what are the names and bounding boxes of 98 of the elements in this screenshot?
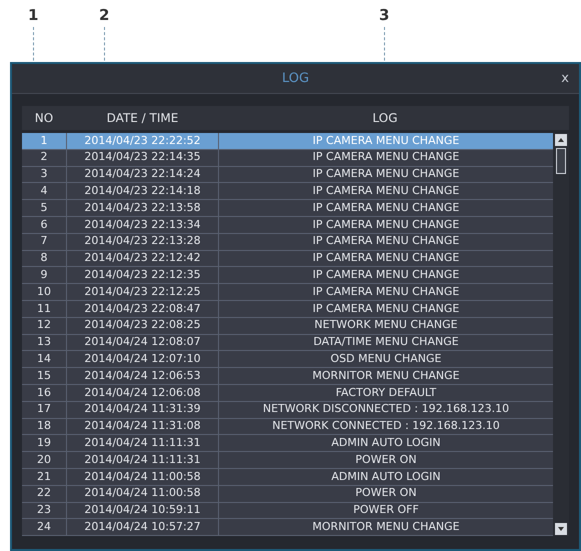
column-header: LOG <box>371 110 398 127</box>
table-cell-text: IP CAMERA MENU CHANGE <box>312 216 460 233</box>
column-header: DATE / TIME <box>106 110 180 127</box>
table-cell-text: 19 <box>36 435 52 451</box>
table-cell-text: 12 <box>36 317 52 334</box>
log-row[interactable]: 23 2014/04/24 10:59:11 POWER OFF <box>22 502 553 520</box>
table-cell-text: IP CAMERA MENU CHANGE <box>312 149 460 166</box>
table-cell-text: 9 <box>40 267 48 284</box>
table-cell: 2014/04/23 22:13:28 <box>66 233 219 250</box>
log-row[interactable]: 4 2014/04/23 22:14:18 IP CAMERA MENU CHANGE <box>22 183 553 200</box>
table-cell: 2014/04/23 22:13:34 <box>66 216 219 234</box>
table-cell: 2014/04/24 11:11:31 <box>66 452 219 468</box>
close-button[interactable]: x <box>557 69 573 88</box>
callout-number: 2 <box>99 8 110 23</box>
callout-number: 3 <box>379 8 390 23</box>
table-cell: 2014/04/24 11:31:39 <box>66 401 219 418</box>
table-cell: 2014/04/23 22:08:25 <box>66 317 219 334</box>
table-cell-text: IP CAMERA MENU CHANGE <box>312 300 460 317</box>
table-cell-text: OSD MENU CHANGE <box>329 351 442 368</box>
callout-number: 1 <box>28 8 38 23</box>
scroll-up-icon[interactable] <box>555 134 567 146</box>
log-row[interactable]: 6 2014/04/23 22:13:34 IP CAMERA MENU CHANGE <box>22 216 553 234</box>
table-cell-text: 18 <box>36 418 52 434</box>
log-row[interactable]: 17 2014/04/24 11:31:39 NETWORK DISCONNECTED : 192.168.123.10 <box>22 402 553 419</box>
scroll-down-icon[interactable] <box>555 523 567 536</box>
table-cell-text: 14 <box>36 351 52 368</box>
log-row[interactable]: 13 2014/04/24 12:08:07 DATA/TIME MENU CHANGE <box>22 334 553 352</box>
table-cell-text: IP CAMERA MENU CHANGE <box>312 132 460 149</box>
log-row[interactable]: 14 2014/04/24 12:07:10 OSD MENU CHANGE <box>22 351 553 368</box>
table-cell-text: 2 <box>40 149 48 166</box>
table-cell-text: 20 <box>36 452 52 468</box>
table-cell-text: IP CAMERA MENU CHANGE <box>312 200 460 216</box>
table-cell-text: IP CAMERA MENU CHANGE <box>312 267 460 284</box>
log-row[interactable]: 8 2014/04/23 22:12:42 IP CAMERA MENU CHANGE <box>22 250 553 268</box>
table-cell-text: 15 <box>36 368 52 384</box>
log-row[interactable]: 20 2014/04/24 11:11:31 POWER ON <box>22 452 553 469</box>
column-header: NO <box>34 110 54 127</box>
log-row[interactable]: 21 2014/04/24 11:00:58 ADMIN AUTO LOGIN <box>22 468 553 486</box>
log-row[interactable]: 18 2014/04/24 11:31:08 NETWORK CONNECTED : 192.168.123.10 <box>22 418 553 436</box>
table-cell-text: NETWORK MENU CHANGE <box>313 317 459 334</box>
table-cell-text: FACTORY DEFAULT <box>334 384 438 401</box>
table-cell-text: NETWORK DISCONNECTED : 192.168.123.10 <box>262 401 510 418</box>
scroll-thumb[interactable] <box>556 148 566 174</box>
table-cell: 2014/04/23 22:22:52 <box>66 132 219 150</box>
table-cell-text: 23 <box>36 502 52 518</box>
log-row[interactable]: 3 2014/04/23 22:14:24 IP CAMERA MENU CHANGE <box>22 166 553 184</box>
table-cell-text: 1 <box>40 132 48 149</box>
table-cell-text: POWER ON <box>354 485 418 502</box>
table-cell: 2014/04/24 10:57:27 <box>66 518 219 536</box>
table-cell: 2014/04/23 22:08:47 <box>66 300 219 318</box>
scrollbar[interactable] <box>553 133 569 536</box>
log-row[interactable]: 2 2014/04/23 22:14:35 IP CAMERA MENU CHANGE <box>22 150 553 167</box>
table-cell-text: DATA/TIME MENU CHANGE <box>312 334 460 350</box>
table-cell: 2014/04/24 12:06:53 <box>66 368 219 384</box>
table-cell-text: MORNITOR MENU CHANGE <box>311 518 461 535</box>
log-row[interactable]: 5 2014/04/23 22:13:58 IP CAMERA MENU CHANGE <box>22 200 553 217</box>
table-cell-text: 22 <box>36 485 52 502</box>
log-row[interactable]: 15 2014/04/24 12:06:53 MORNITOR MENU CHANGE <box>22 368 553 385</box>
table-cell-text: 3 <box>40 166 48 182</box>
table-cell-text: 17 <box>36 401 52 418</box>
table-cell: 2014/04/23 22:12:25 <box>66 284 219 300</box>
table-cell-text: 5 <box>40 200 48 216</box>
log-row[interactable]: 11 2014/04/23 22:08:47 IP CAMERA MENU CHANGE <box>22 300 553 318</box>
log-row[interactable]: 12 2014/04/23 22:08:25 NETWORK MENU CHANGE <box>22 318 553 335</box>
log-row[interactable]: 9 2014/04/23 22:12:35 IP CAMERA MENU CHANGE <box>22 267 553 284</box>
table-cell: 2014/04/23 22:14:35 <box>66 149 219 166</box>
table-cell-text: ADMIN AUTO LOGIN <box>330 468 442 485</box>
table-cell-text: POWER OFF <box>352 502 420 518</box>
table-cell-text: 4 <box>40 183 48 200</box>
table-cell-text: 7 <box>40 233 48 250</box>
table-cell-text: IP CAMERA MENU CHANGE <box>312 284 460 300</box>
log-row[interactable]: 16 2014/04/24 12:06:08 FACTORY DEFAULT <box>22 384 553 402</box>
table-cell: 2014/04/24 11:00:58 <box>66 468 219 486</box>
table-cell: 2014/04/24 11:00:58 <box>66 485 219 502</box>
log-row[interactable]: 10 2014/04/23 22:12:25 IP CAMERA MENU CHANGE <box>22 284 553 301</box>
table-cell-text: 11 <box>36 300 52 317</box>
table-cell-text: MORNITOR MENU CHANGE <box>311 368 461 384</box>
table-cell-text: 8 <box>40 250 48 266</box>
table-cell-text: IP CAMERA MENU CHANGE <box>312 166 460 182</box>
table-cell-text: 10 <box>36 284 52 300</box>
table-cell-text: 6 <box>40 216 48 233</box>
log-row[interactable]: 7 2014/04/23 22:13:28 IP CAMERA MENU CHANGE <box>22 234 553 251</box>
table-cell-text: IP CAMERA MENU CHANGE <box>312 183 460 200</box>
table-cell: 2014/04/24 12:06:08 <box>66 384 219 402</box>
table-cell-text: IP CAMERA MENU CHANGE <box>312 233 460 250</box>
table-cell-text: 24 <box>36 518 52 535</box>
log-row[interactable]: 19 2014/04/24 11:11:31 ADMIN AUTO LOGIN <box>22 435 553 452</box>
table-cell-text: POWER ON <box>354 452 418 468</box>
log-row[interactable]: 22 2014/04/24 11:00:58 POWER ON <box>22 486 553 503</box>
table-cell-text: ADMIN AUTO LOGIN <box>330 435 442 451</box>
log-row[interactable]: 24 2014/04/24 10:57:27 MORNITOR MENU CHANGE <box>22 519 553 536</box>
table-cell-text: 16 <box>36 384 52 401</box>
table-cell: 2014/04/23 22:13:58 <box>66 200 219 216</box>
window-title: LOG <box>282 70 310 88</box>
table-cell-text: IP CAMERA MENU CHANGE <box>312 250 460 266</box>
table-cell-text: 21 <box>36 468 52 485</box>
table-cell-text: 13 <box>36 334 52 350</box>
table-cell-text: NETWORK CONNECTED : 192.168.123.10 <box>271 418 501 434</box>
